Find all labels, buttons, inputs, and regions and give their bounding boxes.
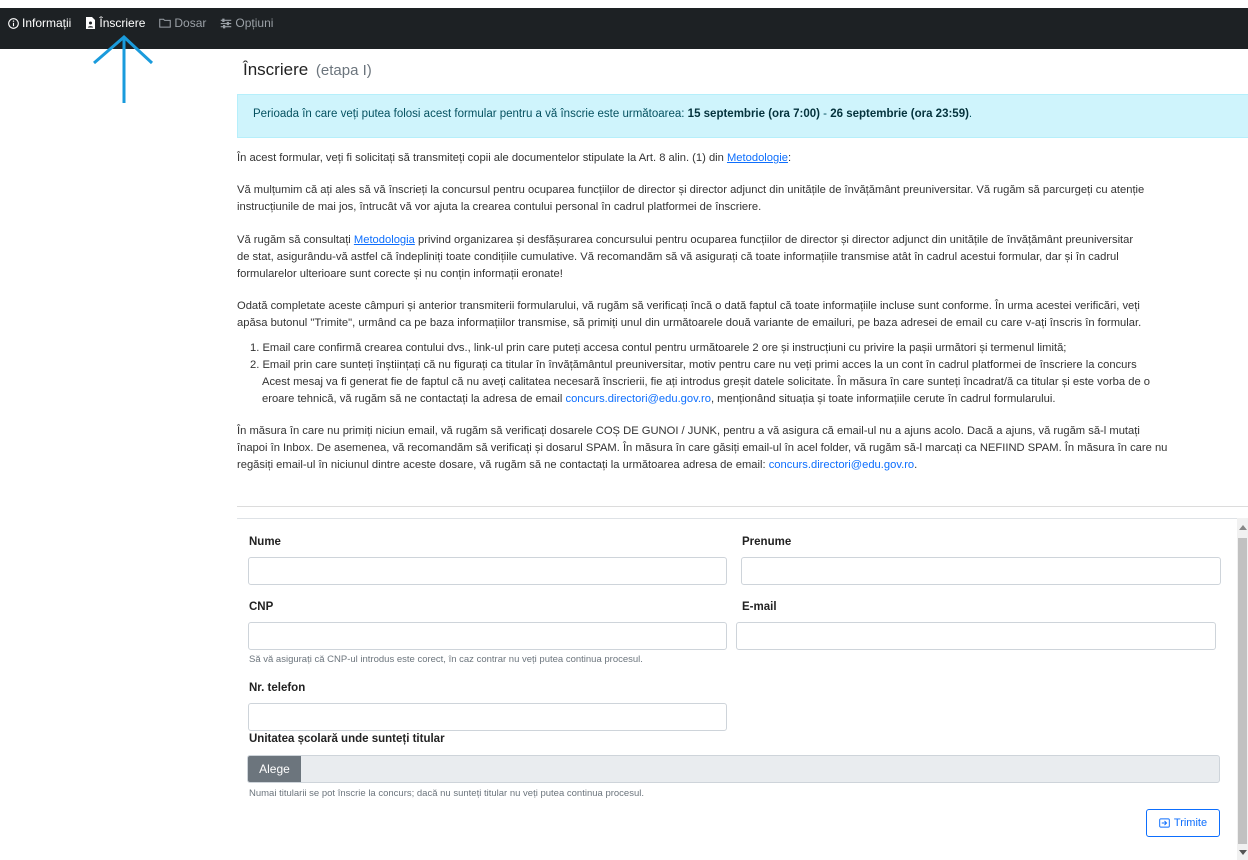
intro-text: : <box>787 152 792 164</box>
send-icon <box>1159 818 1170 828</box>
prenume-label: Prenume <box>742 536 792 548</box>
intro-text: În acest formular, veți fi solicitați să… <box>237 152 727 164</box>
submit-label: Trimite <box>1173 817 1208 829</box>
intro-text: Odată completate aceste câmpuri și anter… <box>237 300 1140 312</box>
nume-label: Nume <box>249 536 281 548</box>
intro-text: Vă mulțumim că ați ales să vă înscrieți … <box>237 184 1145 196</box>
sliders-icon <box>220 18 232 29</box>
intro-text: instrucțiunile de mai jos, întrucât vă v… <box>237 201 762 213</box>
file-person-icon <box>85 17 96 29</box>
intro-text: Vă rugăm să consultați <box>237 234 354 246</box>
nav-item-dosar[interactable]: Dosar <box>159 16 206 30</box>
phone-label: Nr. telefon <box>249 682 306 694</box>
unit-help-text: Numai titularii se pot înscrie la concur… <box>249 788 644 799</box>
main-content: Înscriere (etapa I) Perioada în care veț… <box>237 52 1248 860</box>
email-input[interactable] <box>736 622 1216 650</box>
intro-text: . <box>914 459 918 471</box>
intro-paragraph-3: Vă rugăm să consultați Metodologia privi… <box>237 232 1248 283</box>
nume-input[interactable] <box>248 557 727 585</box>
list-item-continuation: Acest mesaj va fi generat fie de faptul … <box>262 376 1151 388</box>
intro-text: apăsa butonul "Trimite", urmând ca pe ba… <box>237 317 1142 329</box>
email-label: E-mail <box>742 601 777 613</box>
nav-item-informatii[interactable]: Informații <box>8 16 71 30</box>
intro-text: , menționând situația și toate informați… <box>710 393 1056 405</box>
intro-text: de stat, asigurându-vă astfel că îndepli… <box>237 251 1119 263</box>
alert-separator: - <box>819 108 831 120</box>
metodologie-link[interactable]: Metodologie <box>727 152 788 164</box>
submit-button[interactable]: Trimite <box>1146 809 1220 837</box>
page-stage: (etapa I) <box>315 62 372 79</box>
alert-suffix: . <box>968 108 973 120</box>
phone-input[interactable] <box>248 703 727 731</box>
alert-end-date: 26 septembrie (ora 23:59) <box>830 108 969 120</box>
alege-button[interactable]: Alege <box>248 756 301 782</box>
nav-item-optiuni[interactable]: Opțiuni <box>220 16 273 30</box>
intro-text: regăsiți email-ul în niciunul dintre ace… <box>237 459 769 471</box>
list-item: 1. Email care confirmă crearea contului … <box>250 342 1067 354</box>
metodologia-link[interactable]: Metodologia <box>354 234 415 246</box>
cnp-input[interactable] <box>248 622 727 650</box>
period-alert: Perioada în care veți putea folosi acest… <box>237 94 1248 138</box>
nav-item-label: Opțiuni <box>235 16 274 30</box>
divider <box>237 506 1248 507</box>
nav-item-label: Informații <box>22 16 72 30</box>
page-title: Înscriere (etapa I) <box>243 60 372 80</box>
nav-item-label: Dosar <box>174 16 207 30</box>
prenume-input[interactable] <box>741 557 1221 585</box>
alert-start-date: 15 septembrie (ora 7:00) <box>687 108 820 120</box>
registration-form: Nume Prenume CNP Să vă asigurați că CNP-… <box>237 518 1248 860</box>
arrow-up-icon <box>93 34 154 103</box>
intro-text: privind organizarea și desfășurarea conc… <box>414 234 1134 246</box>
contact-email-link[interactable]: concurs.directori@edu.gov.ro <box>565 393 710 405</box>
intro-paragraph-5: În măsura în care nu primiți niciun emai… <box>237 423 1248 474</box>
top-navbar: Informații Înscriere Dosar Opțiuni <box>0 8 1248 49</box>
scroll-down-icon[interactable] <box>1239 850 1247 855</box>
scroll-thumb[interactable] <box>1238 538 1247 844</box>
scrollbar[interactable] <box>1237 518 1248 860</box>
unit-select[interactable]: Alege <box>247 755 1220 783</box>
unit-label: Unitatea școlară unde sunteți titular <box>249 733 445 745</box>
intro-text: În măsura în care nu primiți niciun emai… <box>237 425 1140 437</box>
nav-item-label: Înscriere <box>99 16 146 30</box>
nav-item-inscriere[interactable]: Înscriere <box>85 16 145 30</box>
scroll-up-icon[interactable] <box>1239 525 1247 530</box>
alert-prefix: Perioada în care veți putea folosi acest… <box>253 108 688 120</box>
info-circle-icon <box>8 17 19 29</box>
cnp-label: CNP <box>249 601 274 613</box>
intro-paragraph-1: În acest formular, veți fi solicitați să… <box>237 150 1248 167</box>
cnp-help-text: Să vă asigurați că CNP-ul introdus este … <box>249 654 643 665</box>
intro-paragraph-4: Odată completate aceste câmpuri și anter… <box>237 298 1248 332</box>
intro-text: eroare tehnică, vă rugăm să ne contactaț… <box>262 393 566 405</box>
folder-icon <box>159 18 172 28</box>
list-item: 2. Email prin care sunteți înștiințați c… <box>250 359 1137 371</box>
intro-paragraph-2: Vă mulțumim că ați ales să vă înscrieți … <box>237 182 1248 216</box>
page-title-text: Înscriere <box>243 60 309 79</box>
intro-text: formularelor ulterioare sunt corecte și … <box>237 268 563 280</box>
contact-email-link[interactable]: concurs.directori@edu.gov.ro <box>769 459 914 471</box>
list-item-continuation: eroare tehnică, vă rugăm să ne contactaț… <box>262 391 1055 408</box>
intro-text: înapoi în Inbox. De asemenea, vă recoman… <box>237 442 1168 454</box>
